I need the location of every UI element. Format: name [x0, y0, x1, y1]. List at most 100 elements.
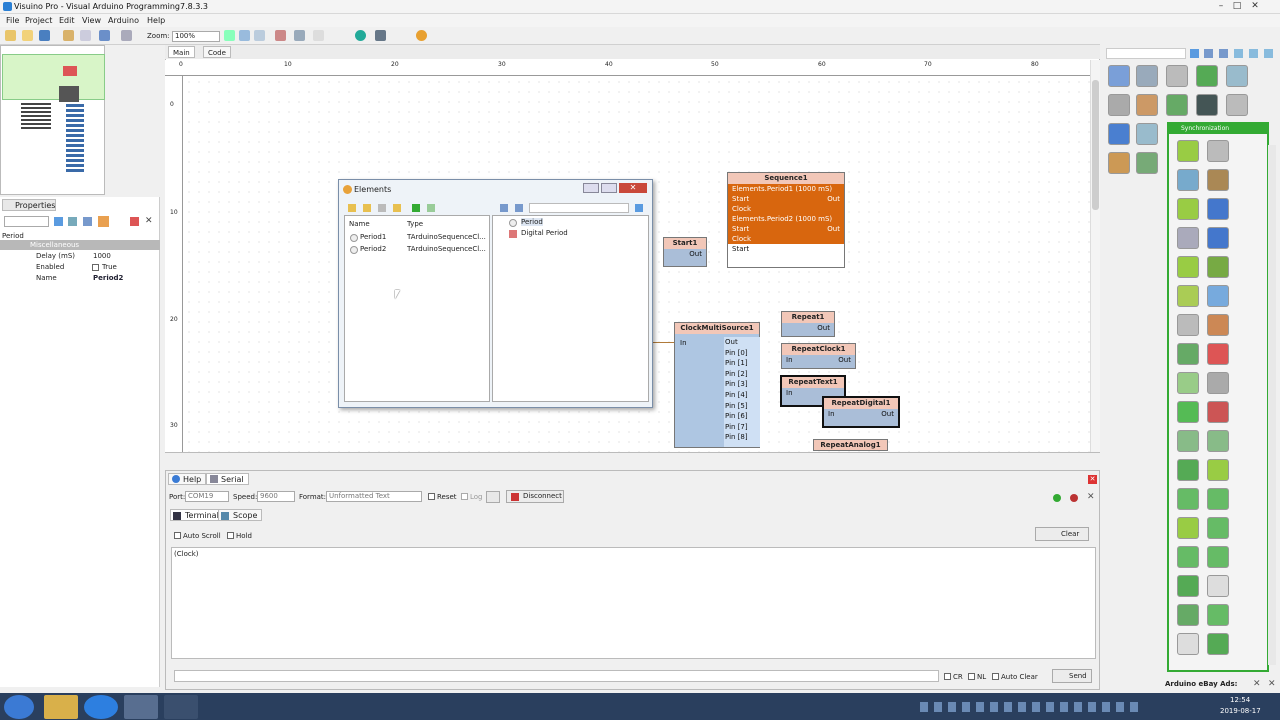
tab-code[interactable]: Code — [203, 46, 231, 58]
component-repeat-analog[interactable]: RepeatAnalog1 — [813, 439, 888, 451]
properties-category[interactable]: Miscellaneous — [0, 240, 160, 250]
explorer-icon[interactable] — [44, 695, 78, 719]
palette-component-icon[interactable] — [1177, 227, 1199, 249]
system-tray[interactable] — [920, 702, 1140, 712]
properties-search-input[interactable] — [4, 216, 49, 227]
move-up-icon[interactable] — [412, 204, 420, 212]
sequence-start-pin-2[interactable]: Start Out — [728, 224, 844, 234]
board-icon[interactable] — [375, 30, 386, 41]
palette-category-icon[interactable] — [1136, 123, 1158, 145]
palette-component-icon[interactable] — [1207, 575, 1229, 597]
component-start[interactable]: Start1 Out — [663, 237, 707, 267]
palette-filter-icon[interactable] — [1190, 49, 1199, 58]
clear-button[interactable]: Clear — [1035, 527, 1089, 541]
palette-component-icon[interactable] — [1207, 430, 1229, 452]
property-row-name[interactable]: Name Period2 — [0, 273, 160, 283]
palette-category-icon[interactable] — [1196, 65, 1218, 87]
palette-component-icon[interactable] — [1207, 343, 1229, 365]
pin-7[interactable]: Pin [7] — [725, 422, 760, 433]
clockmulti-in-pin[interactable]: In — [680, 339, 687, 347]
sequence-start-input[interactable]: Start — [728, 244, 844, 254]
edit-element-icon[interactable] — [378, 204, 386, 212]
minimize-button[interactable]: – — [1214, 1, 1228, 12]
menu-help[interactable]: Help — [147, 16, 165, 25]
sequence-clock-pin[interactable]: Clock — [728, 204, 844, 214]
dialog-close-button[interactable]: ✕ — [619, 183, 647, 193]
palette-category-icon[interactable] — [1226, 94, 1248, 116]
delete-tool-icon[interactable] — [313, 30, 324, 41]
palette-category-icon[interactable] — [1136, 65, 1158, 87]
list-item[interactable]: Period2 TArduinoSequenceCl... — [346, 244, 486, 255]
filter-icon[interactable] — [54, 217, 63, 226]
type-search-input[interactable] — [529, 203, 629, 213]
palette-component-icon[interactable] — [1177, 285, 1199, 307]
pin-3[interactable]: Pin [3] — [725, 379, 760, 390]
close-serial-icon[interactable]: ✕ — [1087, 492, 1095, 502]
dialog-minimize-button[interactable] — [583, 183, 599, 193]
palette-search-input[interactable] — [1106, 48, 1186, 59]
zoom-in-icon[interactable] — [239, 30, 250, 41]
pin-5[interactable]: Pin [5] — [725, 401, 760, 412]
maximize-button[interactable]: □ — [1230, 1, 1244, 12]
new-file-icon[interactable] — [5, 30, 16, 41]
pin-2[interactable]: Pin [2] — [725, 369, 760, 380]
palette-category-icon[interactable] — [1136, 152, 1158, 174]
port-select[interactable]: COM19 — [185, 491, 229, 502]
undo-icon[interactable] — [99, 30, 110, 41]
component-repeat[interactable]: Repeat1 Out — [781, 311, 835, 337]
format-select[interactable]: Unformatted Text — [326, 491, 422, 502]
palette-component-icon[interactable] — [1177, 256, 1199, 278]
sequence-clock-pin-2[interactable]: Clock — [728, 234, 844, 244]
open-folder-icon[interactable] — [22, 30, 33, 41]
start-out-pin[interactable]: Out — [664, 249, 706, 259]
menu-edit[interactable]: Edit — [59, 16, 75, 25]
copy-icon[interactable] — [80, 30, 91, 41]
palette-category-icon[interactable] — [1136, 94, 1158, 116]
expand-icon[interactable] — [68, 217, 77, 226]
enabled-checkbox[interactable] — [92, 264, 99, 271]
tab-main[interactable]: Main — [168, 46, 195, 58]
settings-icon[interactable] — [275, 30, 286, 41]
component-sequence[interactable]: Sequence1 Elements.Period1 (1000 mS) Sta… — [727, 172, 845, 268]
autoscroll-checkbox[interactable] — [174, 532, 181, 539]
palette-component-icon[interactable] — [1177, 517, 1199, 539]
palette-component-icon[interactable] — [1207, 546, 1229, 568]
palette-category-icon[interactable] — [1108, 152, 1130, 174]
visuino-taskbar-icon[interactable] — [124, 695, 158, 719]
save-icon[interactable] — [39, 30, 50, 41]
upload-icon[interactable] — [416, 30, 427, 41]
palette-component-icon[interactable] — [1177, 575, 1199, 597]
palette-component-icon[interactable] — [1207, 517, 1229, 539]
palette-view-icon[interactable] — [1234, 49, 1243, 58]
type-item-digital-period[interactable]: Digital Period — [507, 229, 587, 239]
palette-component-icon[interactable] — [1177, 488, 1199, 510]
palette-collapse-icon[interactable] — [1219, 49, 1228, 58]
arduino-icon[interactable] — [355, 30, 366, 41]
palette-component-icon[interactable] — [1177, 459, 1199, 481]
search-filter-icon[interactable] — [635, 204, 643, 212]
sequence-start-pin[interactable]: Start Out — [728, 194, 844, 204]
paste-icon[interactable] — [63, 30, 74, 41]
palette-scrollbar[interactable] — [1268, 145, 1276, 665]
palette-category-icon[interactable] — [1166, 94, 1188, 116]
palette-component-icon[interactable] — [1207, 459, 1229, 481]
properties-tab[interactable]: Properties — [2, 199, 56, 211]
palette-category-icon[interactable] — [1108, 65, 1130, 87]
palette-view3-icon[interactable] — [1264, 49, 1273, 58]
pin-6[interactable]: Pin [6] — [725, 411, 760, 422]
palette-component-icon[interactable] — [1177, 604, 1199, 626]
menu-project[interactable]: Project — [25, 16, 52, 25]
palette-component-icon[interactable] — [1207, 604, 1229, 626]
cr-checkbox[interactable] — [944, 673, 951, 680]
pin-8[interactable]: Pin [8] — [725, 432, 760, 443]
palette-component-icon[interactable] — [1177, 169, 1199, 191]
palette-component-icon[interactable] — [1177, 546, 1199, 568]
palette-component-icon[interactable] — [1177, 343, 1199, 365]
component-clock-multisource[interactable]: ClockMultiSource1 In Out Pin [0] Pin [1]… — [674, 322, 760, 448]
pin-1[interactable]: Pin [1] — [725, 358, 760, 369]
view-tree-icon[interactable] — [515, 204, 523, 212]
move-down-icon[interactable] — [427, 204, 435, 212]
overview-panel[interactable] — [0, 45, 105, 195]
palette-category-icon[interactable] — [1166, 65, 1188, 87]
component-repeat-digital[interactable]: RepeatDigital1 In Out — [822, 396, 900, 428]
